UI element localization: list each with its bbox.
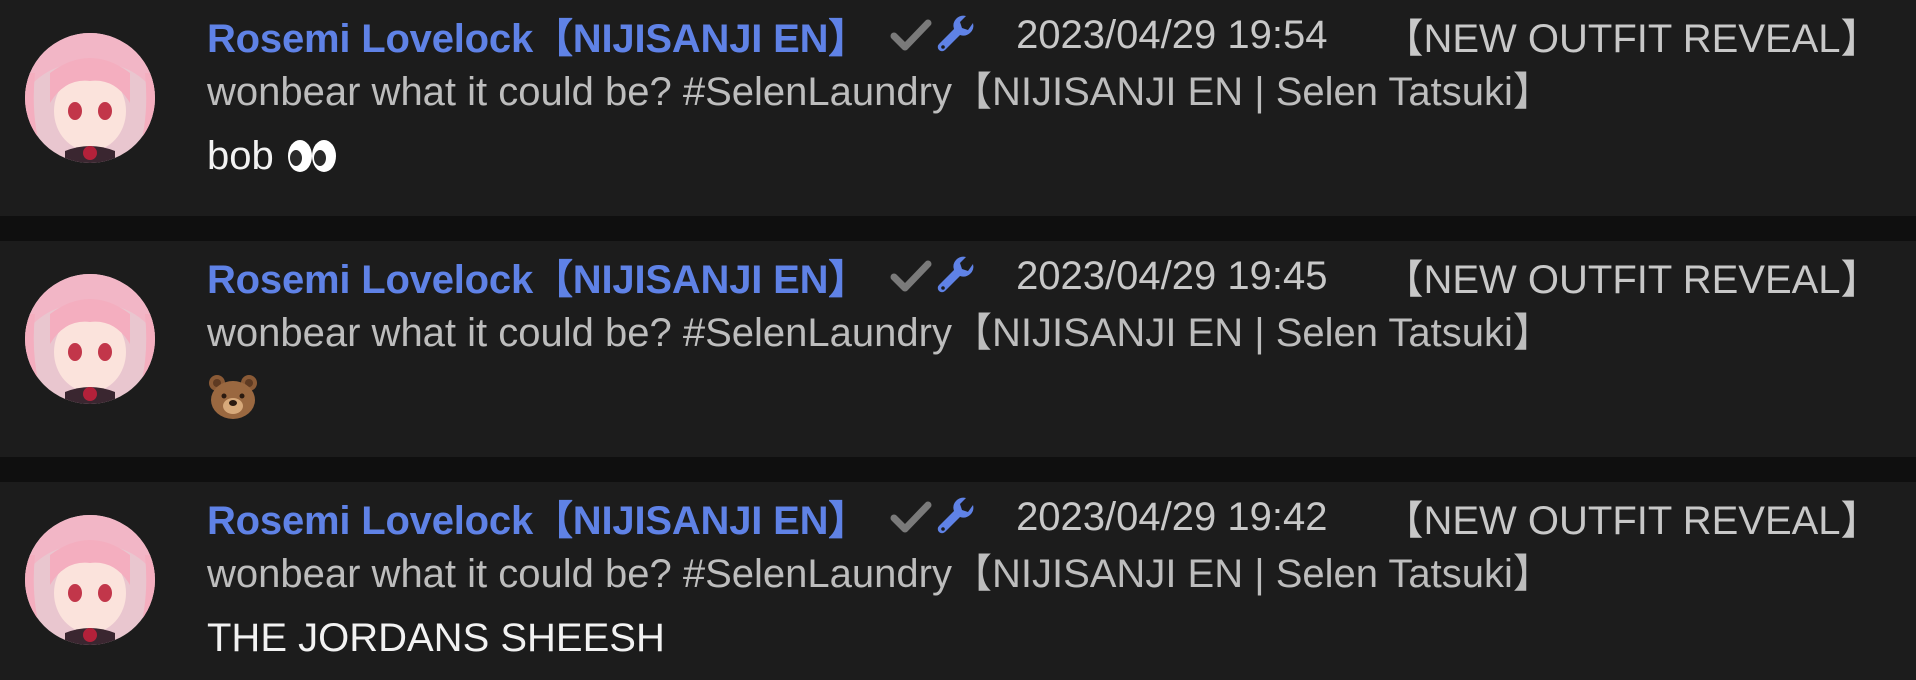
chat-message: Rosemi Lovelock【NIJISANJI EN】 2023/04/29… bbox=[0, 0, 1916, 216]
avatar[interactable] bbox=[25, 515, 155, 645]
stream-title: wonbear what it could be? #SelenLaundry【… bbox=[207, 70, 1553, 114]
wrench-icon bbox=[936, 255, 978, 297]
wrench-icon bbox=[936, 496, 978, 538]
checkmark-icon bbox=[890, 258, 932, 294]
stream-tag: 【NEW OUTFIT REVEAL】 bbox=[1383, 258, 1881, 302]
chat-message: Rosemi Lovelock【NIJISANJI EN】 2023/04/29… bbox=[0, 482, 1916, 680]
stream-title: wonbear what it could be? #SelenLaundry【… bbox=[207, 311, 1553, 355]
bear-emoji bbox=[207, 373, 259, 421]
avatar[interactable] bbox=[25, 274, 155, 404]
author-name[interactable]: Rosemi Lovelock【NIJISANJI EN】 bbox=[207, 6, 868, 64]
message-feed: Rosemi Lovelock【NIJISANJI EN】 2023/04/29… bbox=[0, 0, 1916, 680]
stream-tag: 【NEW OUTFIT REVEAL】 bbox=[1383, 499, 1881, 543]
timestamp: 2023/04/29 19:54 bbox=[1016, 12, 1328, 57]
checkmark-icon bbox=[890, 499, 932, 535]
message-text-row bbox=[207, 367, 1916, 427]
timestamp: 2023/04/29 19:45 bbox=[1016, 253, 1328, 298]
message-text: bob bbox=[207, 134, 274, 178]
author-name[interactable]: Rosemi Lovelock【NIJISANJI EN】 bbox=[207, 247, 868, 305]
avatar[interactable] bbox=[25, 33, 155, 163]
author-name[interactable]: Rosemi Lovelock【NIJISANJI EN】 bbox=[207, 488, 868, 546]
stream-title: wonbear what it could be? #SelenLaundry【… bbox=[207, 552, 1553, 596]
message-text-row: THE JORDANS SHEESH bbox=[207, 608, 1916, 668]
message-text-row: bob bbox=[207, 126, 1916, 186]
timestamp: 2023/04/29 19:42 bbox=[1016, 494, 1328, 539]
checkmark-icon bbox=[890, 17, 932, 53]
chat-message: Rosemi Lovelock【NIJISANJI EN】 2023/04/29… bbox=[0, 241, 1916, 457]
eyes-emoji bbox=[286, 136, 338, 176]
stream-tag: 【NEW OUTFIT REVEAL】 bbox=[1383, 17, 1881, 61]
message-text: THE JORDANS SHEESH bbox=[207, 616, 665, 660]
wrench-icon bbox=[936, 14, 978, 56]
